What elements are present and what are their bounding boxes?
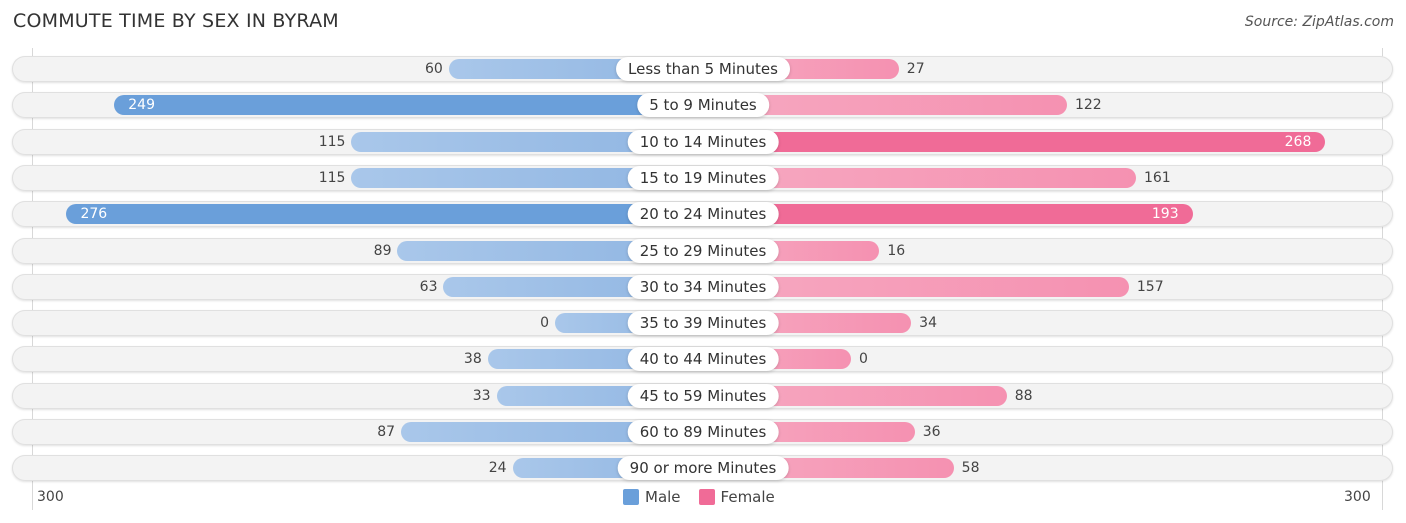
value-label-female: 193	[1151, 206, 1179, 223]
category-label: 25 to 29 Minutes	[627, 238, 779, 263]
legend-swatch-female	[698, 489, 715, 505]
value-label-male: 60	[424, 61, 443, 77]
value-label-female: 88	[1014, 387, 1033, 404]
axis-tick-right: 300	[1344, 489, 1371, 505]
value-label-female: 34	[919, 315, 937, 332]
value-label-male: 38	[463, 351, 482, 368]
category-label: 15 to 19 Minutes	[627, 165, 779, 190]
category-label: 60 to 89 Minutes	[627, 420, 779, 444]
value-label-male: 63	[419, 278, 438, 295]
chart-title: COMMUTE TIME BY SEX IN BYRAM	[13, 10, 339, 32]
bar-male	[66, 204, 703, 225]
value-label-female: 268	[1284, 133, 1312, 150]
value-label-male: 33	[472, 387, 491, 404]
bar-male	[114, 95, 703, 116]
value-label-female: 27	[906, 61, 925, 77]
value-label-male: 89	[373, 242, 392, 259]
value-label-female: 16	[887, 242, 906, 259]
category-label: 10 to 14 Minutes	[627, 129, 779, 154]
category-label: 30 to 34 Minutes	[627, 274, 779, 299]
value-label-male: 115	[318, 133, 346, 150]
category-label: 5 to 9 Minutes	[637, 93, 769, 118]
value-label-female: 58	[961, 460, 980, 477]
category-label: 45 to 59 Minutes	[627, 383, 779, 408]
value-label-female: 0	[859, 351, 868, 368]
category-label: 90 or more Minutes	[617, 456, 789, 481]
legend-label-male: Male	[645, 488, 681, 506]
value-label-male: 24	[488, 460, 507, 477]
category-label: 35 to 39 Minutes	[627, 311, 779, 336]
value-label-male: 249	[128, 97, 155, 114]
category-label: 20 to 24 Minutes	[627, 202, 779, 227]
value-label-male: 0	[540, 315, 549, 332]
value-label-male: 276	[80, 206, 108, 223]
value-label-female: 161	[1143, 169, 1171, 186]
category-label: Less than 5 Minutes	[616, 57, 790, 81]
legend-label-female: Female	[720, 488, 775, 506]
legend: Male Female	[623, 488, 775, 506]
category-label: 40 to 44 Minutes	[627, 347, 779, 372]
axis-tick-left: 300	[37, 489, 64, 505]
value-label-male: 115	[318, 169, 346, 186]
bar-female	[703, 131, 1326, 152]
legend-swatch-male	[623, 489, 639, 505]
value-label-female: 36	[922, 424, 941, 440]
value-label-female: 122	[1074, 97, 1102, 114]
value-label-male: 87	[377, 424, 396, 440]
value-label-female: 157	[1136, 278, 1164, 295]
source-label: Source: ZipAtlas.com	[1244, 14, 1394, 30]
